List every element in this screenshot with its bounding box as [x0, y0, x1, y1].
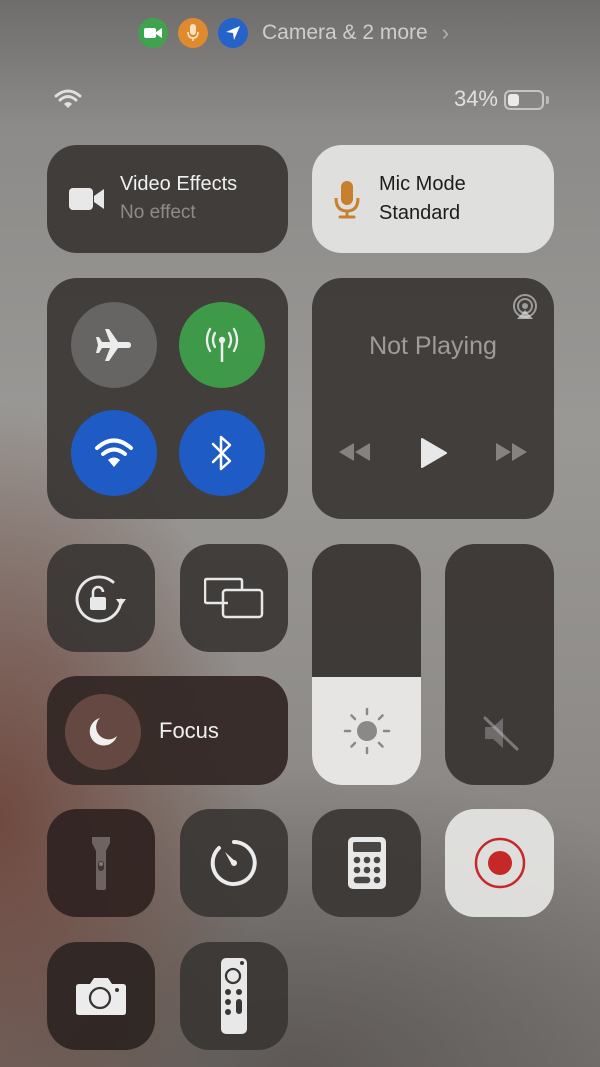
screen-mirroring-button[interactable] — [180, 544, 288, 652]
wifi-status-icon — [54, 88, 82, 115]
brightness-slider[interactable] — [312, 544, 421, 785]
privacy-text: Camera & 2 more — [262, 21, 428, 44]
play-icon[interactable] — [420, 438, 448, 468]
airplane-mode-toggle[interactable] — [71, 302, 157, 388]
camera-icon — [76, 978, 126, 1015]
speaker-muted-icon — [483, 716, 519, 751]
timer-button[interactable] — [180, 809, 288, 917]
flashlight-button[interactable] — [47, 809, 155, 917]
battery-icon — [504, 90, 544, 110]
airplane-icon — [96, 329, 131, 361]
microphone-icon — [334, 181, 360, 219]
now-playing-module: Not Playing — [312, 278, 554, 519]
focus-icon-circle — [65, 694, 141, 770]
fast-forward-icon[interactable] — [495, 443, 527, 461]
orientation-lock-button[interactable] — [47, 544, 155, 652]
mic-mode-title: Mic Mode — [379, 173, 466, 195]
rewind-icon[interactable] — [339, 443, 371, 461]
calculator-button[interactable] — [312, 809, 421, 917]
brightness-sun-icon — [343, 707, 391, 755]
focus-label: Focus — [159, 718, 219, 743]
screen-recording-button[interactable] — [445, 809, 554, 917]
airplay-audio-icon[interactable] — [512, 294, 538, 320]
video-effects-subtitle: No effect — [120, 202, 196, 223]
connectivity-module — [47, 278, 288, 519]
wifi-toggle[interactable] — [71, 410, 157, 496]
orientation-lock-icon — [75, 575, 126, 623]
microphone-icon — [187, 24, 199, 41]
wifi-icon — [95, 438, 133, 467]
mic-mode-subtitle: Standard — [379, 202, 461, 224]
timer-icon — [210, 840, 257, 886]
chevron-right-icon: › — [441, 20, 450, 45]
cellular-data-toggle[interactable] — [179, 302, 265, 388]
bluetooth-toggle[interactable] — [179, 410, 265, 496]
camera-indicator — [138, 18, 168, 48]
tv-remote-icon — [221, 958, 247, 1034]
video-effects-title: Video Effects — [120, 173, 238, 195]
apple-tv-remote-button[interactable] — [180, 942, 288, 1050]
record-icon — [474, 837, 525, 889]
screen-mirroring-icon — [204, 577, 264, 619]
now-playing-title: Not Playing — [369, 332, 497, 360]
location-icon — [226, 26, 240, 40]
calculator-icon — [347, 837, 386, 889]
camera-button[interactable] — [47, 942, 155, 1050]
microphone-indicator — [178, 18, 208, 48]
location-indicator — [218, 18, 248, 48]
cellular-antenna-icon — [205, 327, 239, 362]
camera-icon — [144, 28, 162, 38]
battery-level — [508, 94, 520, 106]
moon-icon — [89, 718, 117, 746]
battery-percentage: 34% — [453, 86, 498, 111]
mic-mode-button[interactable]: Mic Mode Standard — [312, 145, 554, 253]
privacy-indicator[interactable]: Camera & 2 more › — [138, 18, 449, 48]
volume-slider[interactable] — [445, 544, 554, 785]
focus-button[interactable]: Focus — [47, 676, 288, 785]
flashlight-icon — [92, 837, 110, 890]
video-camera-icon — [69, 188, 104, 210]
video-effects-button[interactable]: Video Effects No effect — [47, 145, 288, 253]
bluetooth-icon — [211, 435, 232, 471]
battery-cap — [546, 96, 549, 104]
